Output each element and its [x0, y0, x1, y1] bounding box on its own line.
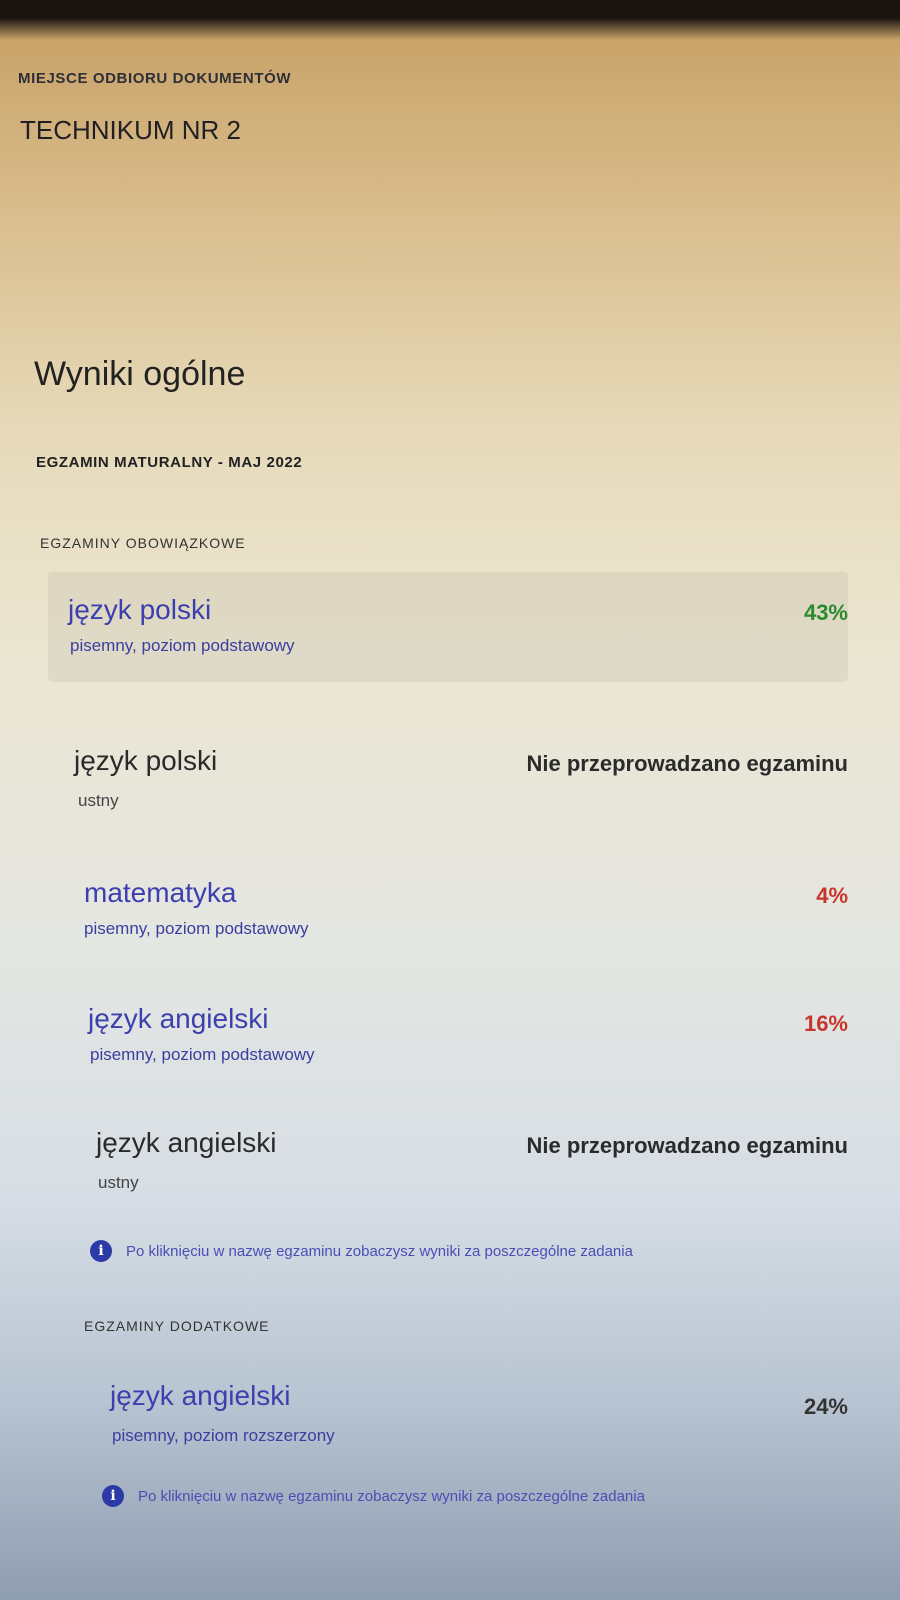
exam-detail: ustny	[78, 791, 119, 810]
info-note: i Po kliknięciu w nazwę egzaminu zobaczy…	[90, 1240, 633, 1262]
exam-detail: pisemny, poziom podstawowy	[70, 636, 295, 655]
exam-row-math-written[interactable]: matematyka pisemny, poziom podstawowy 4%	[48, 857, 848, 967]
additional-title: EGZAMINY DODATKOWE	[84, 1318, 270, 1334]
info-text: Po kliknięciu w nazwę egzaminu zobaczysz…	[138, 1487, 645, 1505]
exam-result: Nie przeprowadzano egzaminu	[526, 1133, 849, 1158]
exam-detail: pisemny, poziom podstawowy	[90, 1045, 315, 1064]
school-name: TECHNIKUM NR 2	[20, 115, 242, 145]
exam-link[interactable]: język angielski	[110, 1380, 291, 1412]
exam-result: Nie przeprowadzano egzaminu	[526, 751, 849, 776]
mandatory-title: EGZAMINY OBOWIĄZKOWE	[40, 535, 246, 551]
exam-title: EGZAMIN MATURALNY - MAJ 2022	[36, 454, 303, 471]
pickup-label: MIEJSCE ODBIORU DOKUMENTÓW	[18, 70, 292, 87]
info-icon: i	[90, 1240, 112, 1262]
exam-link[interactable]: matematyka	[84, 877, 237, 909]
exam-link[interactable]: język angielski	[88, 1003, 269, 1035]
exam-row-english-oral: język angielski ustny Nie przeprowadzano…	[48, 1107, 848, 1217]
exam-detail: pisemny, poziom rozszerzony	[112, 1426, 335, 1445]
exam-result: 4%	[816, 883, 848, 908]
exam-detail: pisemny, poziom podstawowy	[84, 919, 309, 938]
info-note: i Po kliknięciu w nazwę egzaminu zobaczy…	[102, 1485, 645, 1507]
exam-detail: ustny	[98, 1173, 139, 1192]
exam-row-polish-oral: język polski ustny Nie przeprowadzano eg…	[48, 725, 848, 835]
exam-link[interactable]: język polski	[68, 594, 211, 626]
exam-result: 43%	[803, 600, 848, 625]
exam-row-english-extended[interactable]: język angielski pisemny, poziom rozszerz…	[48, 1368, 848, 1478]
exam-row-polish-written[interactable]: język polski pisemny, poziom podstawowy …	[48, 572, 848, 682]
exam-row-english-written[interactable]: język angielski pisemny, poziom podstawo…	[48, 983, 848, 1093]
section-title: Wyniki ogólne	[34, 355, 246, 393]
exam-result: 24%	[803, 1394, 848, 1419]
exam-name: język polski	[74, 745, 218, 776]
info-text: Po kliknięciu w nazwę egzaminu zobaczysz…	[126, 1242, 633, 1260]
info-icon: i	[102, 1485, 124, 1507]
exam-name: język angielski	[96, 1127, 277, 1158]
exam-result: 16%	[803, 1011, 848, 1036]
